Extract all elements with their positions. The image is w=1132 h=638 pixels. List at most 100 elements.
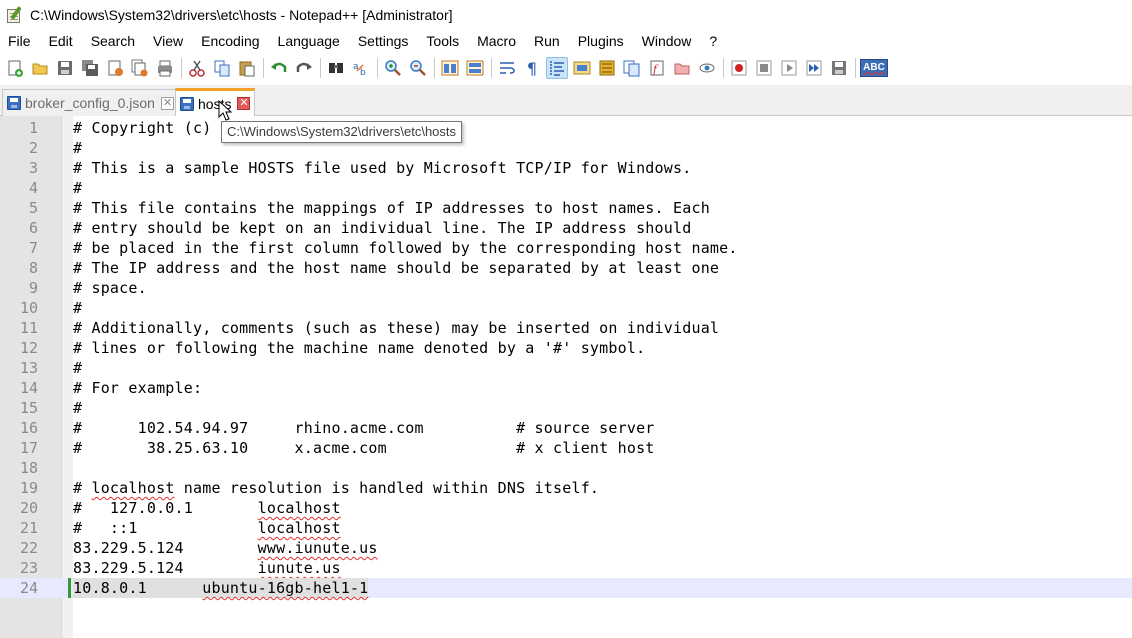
line-number: 6 (28, 219, 38, 237)
editor-line[interactable]: 13 # (0, 358, 1132, 378)
menu-search[interactable]: Search (82, 30, 144, 53)
line-number: 16 (19, 419, 38, 437)
undo-icon[interactable] (268, 57, 290, 79)
editor-line[interactable]: 19 # localhost name resolution is handled… (0, 478, 1132, 498)
editor-line[interactable]: 14 # For example: (0, 378, 1132, 398)
save-all-icon[interactable] (79, 57, 101, 79)
line-number: 17 (19, 439, 38, 457)
cut-icon[interactable] (186, 57, 208, 79)
spell-check-icon[interactable]: ABC (860, 57, 888, 79)
record-macro-icon[interactable] (728, 57, 750, 79)
close-all-icon[interactable] (129, 57, 151, 79)
document-list-icon[interactable] (621, 57, 643, 79)
show-all-characters-icon[interactable]: ¶ (521, 57, 543, 79)
line-number: 23 (19, 559, 38, 577)
play-macro-icon[interactable] (778, 57, 800, 79)
close-tab-icon[interactable]: ✕ (160, 96, 174, 110)
editor-line[interactable]: 2 # (0, 138, 1132, 158)
menu-encoding[interactable]: Encoding (192, 30, 268, 53)
line-text: # This file contains the mappings of IP … (73, 199, 710, 217)
print-icon[interactable] (154, 57, 176, 79)
close-file-icon[interactable] (104, 57, 126, 79)
editor-line[interactable]: 4 # (0, 178, 1132, 198)
editor-line[interactable]: 22 83.229.5.124 www.iunute.us (0, 538, 1132, 558)
sync-vertical-icon[interactable] (439, 57, 461, 79)
tab-label: broker_config_0.json (25, 95, 155, 111)
run-macro-multiple-icon[interactable] (803, 57, 825, 79)
menu-settings[interactable]: Settings (349, 30, 418, 53)
toolbar-separator (181, 58, 182, 78)
editor[interactable]: 1 # Copyright (c) 2 #3 # This is a sample HO… (0, 116, 1132, 638)
copy-icon[interactable] (211, 57, 233, 79)
saved-file-icon (180, 96, 194, 111)
menu-file[interactable]: File (0, 30, 40, 53)
editor-line[interactable]: 17 # 38.25.63.10 x.acme.com # x client ho… (0, 438, 1132, 458)
menu-edit[interactable]: Edit (40, 30, 82, 53)
toolbar: ab ¶ f ABC (0, 53, 1132, 83)
find-icon[interactable] (325, 57, 347, 79)
folder-as-workspace-icon[interactable] (671, 57, 693, 79)
monitoring-icon[interactable] (696, 57, 718, 79)
line-number: 20 (19, 499, 38, 517)
title-bar: C:\Windows\System32\drivers\etc\hosts - … (0, 0, 1132, 30)
save-macro-icon[interactable] (828, 57, 850, 79)
line-number: 15 (19, 399, 38, 417)
menu-run[interactable]: Run (525, 30, 569, 53)
notepadpp-app-icon (6, 6, 24, 24)
open-file-icon[interactable] (29, 57, 51, 79)
menu-language[interactable]: Language (269, 30, 349, 53)
indent-guide-icon[interactable] (546, 57, 568, 79)
line-number: 24 (19, 579, 38, 597)
menu-macro[interactable]: Macro (468, 30, 525, 53)
line-text: 83.229.5.124 www.iunute.us (73, 539, 378, 557)
editor-line[interactable]: 10 # (0, 298, 1132, 318)
line-number: 3 (28, 159, 38, 177)
zoom-in-icon[interactable] (382, 57, 404, 79)
line-text: # Copyright (c) (73, 119, 212, 137)
user-defined-language-icon[interactable] (571, 57, 593, 79)
zoom-out-icon[interactable] (407, 57, 429, 79)
paste-icon[interactable] (236, 57, 258, 79)
editor-line[interactable]: 16 # 102.54.94.97 rhino.acme.com # source… (0, 418, 1132, 438)
editor-line[interactable]: 15 # (0, 398, 1132, 418)
save-icon[interactable] (54, 57, 76, 79)
menu-view[interactable]: View (144, 30, 192, 53)
menu-plugins[interactable]: Plugins (569, 30, 633, 53)
editor-line[interactable]: 9 # space. (0, 278, 1132, 298)
toolbar-separator (491, 58, 492, 78)
close-tab-icon[interactable]: ✕ (237, 97, 251, 110)
new-file-icon[interactable] (4, 57, 26, 79)
editor-line[interactable]: 20 # 127.0.0.1 localhost (0, 498, 1132, 518)
tab-broker-config[interactable]: broker_config_0.json ✕ (2, 89, 179, 116)
editor-line[interactable]: 1 # Copyright (c) (0, 118, 1132, 138)
function-list-icon[interactable]: f (646, 57, 668, 79)
tab-hosts[interactable]: hosts ✕ (175, 88, 256, 116)
stop-macro-icon[interactable] (753, 57, 775, 79)
replace-icon[interactable]: ab (350, 57, 372, 79)
line-number: 5 (28, 199, 38, 217)
editor-line[interactable]: 3 # This is a sample HOSTS file used by M… (0, 158, 1132, 178)
line-text: # For example: (73, 379, 203, 397)
line-number: 14 (19, 379, 38, 397)
editor-line[interactable]: 12 # lines or following the machine name … (0, 338, 1132, 358)
word-wrap-icon[interactable] (496, 57, 518, 79)
menu-window[interactable]: Window (633, 30, 701, 53)
redo-icon[interactable] (293, 57, 315, 79)
menu-help[interactable]: ? (700, 30, 726, 53)
editor-line[interactable]: 7 # be placed in the first column followe… (0, 238, 1132, 258)
line-text: # ::1 localhost (73, 519, 341, 537)
editor-line[interactable]: 8 # The IP address and the host name shou… (0, 258, 1132, 278)
editor-line[interactable]: 6 # entry should be kept on an individual… (0, 218, 1132, 238)
menu-tools[interactable]: Tools (417, 30, 468, 53)
editor-line[interactable]: 21 # ::1 localhost (0, 518, 1132, 538)
line-text: 83.229.5.124 iunute.us (73, 559, 341, 577)
editor-line[interactable]: 18 (0, 458, 1132, 478)
line-text: # 102.54.94.97 rhino.acme.com # source s… (73, 419, 655, 437)
editor-line[interactable]: 5 # This file contains the mappings of IP… (0, 198, 1132, 218)
editor-line[interactable]: 24 10.8.0.1 ubuntu-16gb-hel1-1 (0, 578, 1132, 598)
editor-line[interactable]: 23 83.229.5.124 iunute.us (0, 558, 1132, 578)
editor-line[interactable]: 11 # Additionally, comments (such as thes… (0, 318, 1132, 338)
spell-check-label: ABC (860, 59, 888, 77)
document-map-icon[interactable] (596, 57, 618, 79)
sync-horizontal-icon[interactable] (464, 57, 486, 79)
